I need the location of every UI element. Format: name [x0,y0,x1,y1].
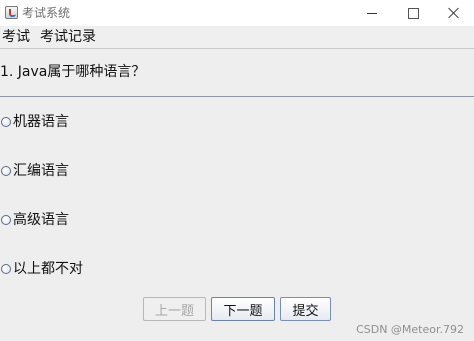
option-a-label[interactable]: 机器语言 [13,112,69,132]
option-c[interactable]: 高级语言 [0,210,69,230]
option-a-radio[interactable] [1,117,11,127]
menu-bar: 考试 考试记录 [0,26,474,48]
previous-question-button[interactable]: 上一题 [143,297,206,321]
menu-exam-records[interactable]: 考试记录 [37,27,99,47]
close-icon [448,7,460,19]
close-button[interactable] [434,0,474,26]
maximize-icon [407,7,419,19]
watermark: CSDN @Meteor.792 [356,323,464,336]
exam-window: 考试系统 考试 考试记录 1. Java属于哪种语言？ 机器语言 汇编语言 高级… [0,0,474,341]
window-title: 考试系统 [22,6,71,20]
minimize-icon [367,12,377,14]
next-question-button[interactable]: 下一题 [211,297,275,321]
option-c-label[interactable]: 高级语言 [13,210,69,230]
option-d-label[interactable]: 以上都不对 [13,259,83,279]
question-divider [0,96,474,97]
submit-button[interactable]: 提交 [280,297,331,321]
option-d[interactable]: 以上都不对 [0,259,83,279]
maximize-button[interactable] [393,0,433,26]
menu-divider [0,48,474,49]
option-b-radio[interactable] [1,166,11,176]
option-b[interactable]: 汇编语言 [0,161,69,181]
option-a[interactable]: 机器语言 [0,112,69,132]
minimize-button[interactable] [352,0,392,26]
menu-exam[interactable]: 考试 [0,27,33,47]
question-text: 1. Java属于哪种语言？ [0,64,146,80]
java-cup-icon [5,6,18,19]
option-c-radio[interactable] [1,215,11,225]
option-b-label[interactable]: 汇编语言 [13,161,69,181]
title-bar[interactable]: 考试系统 [0,0,474,26]
option-d-radio[interactable] [1,264,11,274]
